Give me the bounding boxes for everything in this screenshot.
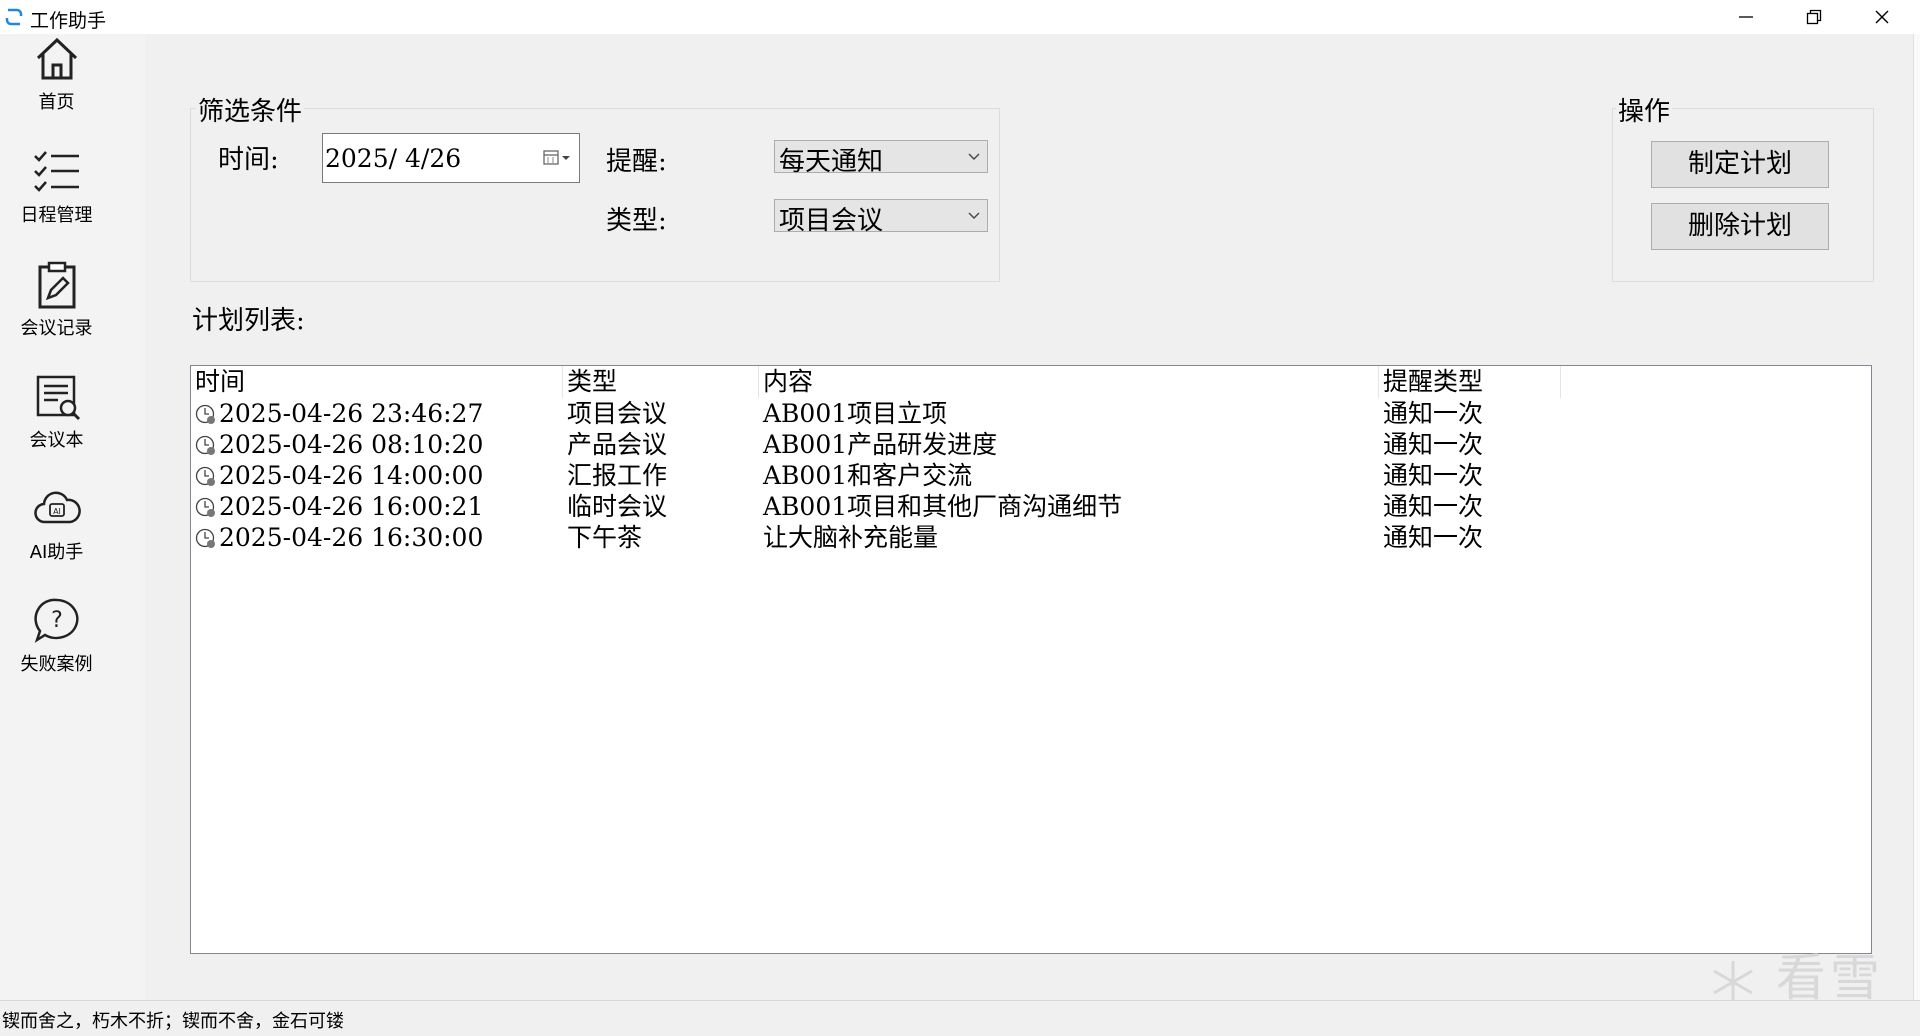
clock-icon (195, 435, 215, 455)
cell-type: 项目会议 (567, 399, 668, 428)
cell-remind: 通知一次 (1383, 399, 1484, 428)
time-label: 时间: (218, 145, 279, 175)
type-select-value: 项目会议 (779, 206, 884, 236)
column-header-time[interactable]: 时间 (191, 366, 563, 398)
cell-content: AB001项目和其他厂商沟通细节 (763, 492, 1123, 521)
sidebar-item-home[interactable]: 首页 (0, 34, 113, 134)
cell-type: 临时会议 (567, 492, 668, 521)
clock-icon (195, 404, 215, 424)
delete-plan-button[interactable]: 删除计划 (1651, 203, 1829, 250)
table-row[interactable]: 2025-04-26 16:30:00 下午茶 让大脑补充能量 通知一次 (191, 522, 1871, 553)
table-row[interactable]: 2025-04-26 23:46:27 项目会议 AB001项目立项 通知一次 (191, 398, 1871, 429)
right-border (1913, 34, 1920, 1000)
cell-content: AB001产品研发进度 (763, 430, 998, 459)
ai-cloud-icon: AI (33, 491, 81, 524)
minimize-icon (1739, 16, 1753, 18)
date-picker[interactable]: 2025/ 4/26 (322, 133, 580, 183)
status-bar: 锲而舍之，朽木不折；锲而不舍，金石可镂 (0, 1000, 1920, 1036)
sidebar-item-ai-assistant[interactable]: AI AI助手 (0, 484, 113, 584)
minimize-button[interactable] (1712, 0, 1780, 34)
sidebar-item-meeting-records[interactable]: 会议记录 (0, 260, 113, 360)
status-text: 锲而舍之，朽木不折；锲而不舍，金石可镂 (2, 1011, 344, 1032)
remind-select-value: 每天通知 (779, 147, 884, 177)
make-plan-button[interactable]: 制定计划 (1651, 141, 1829, 188)
cell-time: 2025-04-26 08:10:20 (219, 430, 484, 459)
calendar-dropdown-icon[interactable] (543, 150, 573, 166)
cell-type: 汇报工作 (567, 461, 668, 490)
svg-text:?: ? (51, 608, 63, 633)
cell-time: 2025-04-26 14:00:00 (219, 461, 484, 490)
checklist-icon (33, 151, 79, 192)
clock-icon (195, 466, 215, 486)
cell-time: 2025-04-26 23:46:27 (219, 399, 484, 428)
cell-remind: 通知一次 (1383, 492, 1484, 521)
sidebar-item-meeting-notebook[interactable]: 会议本 (0, 372, 113, 472)
cell-content: AB001项目立项 (763, 399, 948, 428)
cell-type: 下午茶 (567, 523, 643, 552)
column-header-type[interactable]: 类型 (563, 366, 759, 398)
cell-time: 2025-04-26 16:30:00 (219, 523, 484, 552)
remind-label: 提醒: (606, 147, 667, 177)
restore-icon (1806, 9, 1822, 25)
table-row[interactable]: 2025-04-26 16:00:21 临时会议 AB001项目和其他厂商沟通细… (191, 491, 1871, 522)
actions-group-label: 操作 (1616, 91, 1673, 128)
sidebar-item-label: AI助手 (29, 542, 84, 563)
sidebar-item-label: 日程管理 (20, 205, 93, 226)
restore-button[interactable] (1780, 0, 1848, 34)
table-row[interactable]: 2025-04-26 14:00:00 汇报工作 AB001和客户交流 通知一次 (191, 460, 1871, 491)
close-button[interactable] (1848, 0, 1916, 34)
cell-remind: 通知一次 (1383, 461, 1484, 490)
watermark-text: 看雪 (1775, 949, 1884, 1007)
chevron-down-icon (968, 153, 980, 160)
close-icon (1875, 10, 1889, 24)
clock-icon (195, 528, 215, 548)
sidebar-item-label: 失败案例 (20, 654, 93, 675)
sidebar: 首页 日程管理 会议记录 会议本 AI AI助手 ? 失败案例 (0, 34, 145, 1000)
clock-icon (195, 497, 215, 517)
plan-list-view[interactable]: 时间 类型 内容 提醒类型 2025-04-26 23:46:27 项目会议 A… (190, 365, 1872, 954)
document-search-icon (36, 375, 80, 421)
type-label: 类型: (606, 206, 667, 236)
actions-groupbox (1612, 108, 1874, 282)
list-header: 时间 类型 内容 提醒类型 (191, 366, 1871, 398)
column-header-remind-type[interactable]: 提醒类型 (1379, 366, 1561, 398)
cell-remind: 通知一次 (1383, 523, 1484, 552)
column-header-content[interactable]: 内容 (759, 366, 1379, 398)
svg-text:AI: AI (53, 507, 61, 516)
sidebar-item-schedule[interactable]: 日程管理 (0, 147, 113, 247)
sidebar-item-label: 首页 (38, 92, 75, 113)
table-row[interactable]: 2025-04-26 08:10:20 产品会议 AB001产品研发进度 通知一… (191, 429, 1871, 460)
chevron-down-icon (968, 212, 980, 219)
sidebar-item-failure-cases[interactable]: ? 失败案例 (0, 596, 113, 696)
filter-group-label: 筛选条件 (196, 91, 305, 128)
sidebar-item-label: 会议本 (29, 430, 84, 451)
cell-content: 让大脑补充能量 (763, 523, 939, 552)
app-logo-icon (5, 8, 23, 26)
plan-list-label: 计划列表: (192, 306, 305, 336)
filter-groupbox (190, 108, 1000, 282)
sidebar-item-label: 会议记录 (20, 318, 93, 339)
window-title: 工作助手 (30, 10, 107, 32)
cell-remind: 通知一次 (1383, 430, 1484, 459)
cell-type: 产品会议 (567, 430, 668, 459)
cell-time: 2025-04-26 16:00:21 (219, 492, 484, 521)
type-select[interactable]: 项目会议 (774, 199, 988, 236)
clipboard-edit-icon (38, 261, 75, 309)
cell-content: AB001和客户交流 (763, 461, 973, 490)
snowflake-icon (1713, 960, 1753, 1003)
date-value: 2025/ 4/26 (325, 144, 462, 173)
title-bar: 工作助手 (0, 0, 1920, 34)
home-icon (36, 37, 77, 80)
remind-select[interactable]: 每天通知 (774, 140, 988, 177)
question-bubble-icon: ? (33, 598, 79, 643)
